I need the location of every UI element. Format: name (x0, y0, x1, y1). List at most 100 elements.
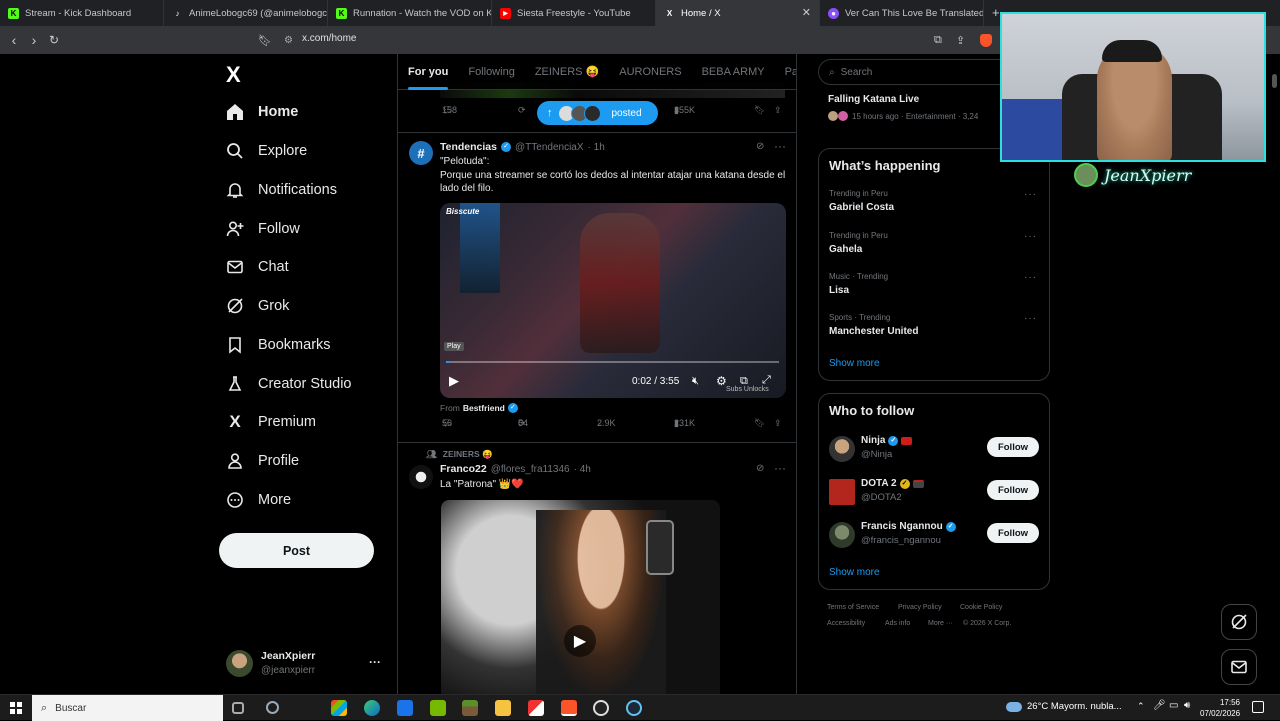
author-name[interactable]: Franco22 (440, 463, 487, 475)
nav-follow[interactable]: Follow (226, 215, 300, 243)
tab-beba-army[interactable]: BEBA ARMY (692, 54, 775, 90)
community-context[interactable]: 👥︎ ZEINERS 😝 (426, 449, 493, 460)
network-icon[interactable]: ▭ (1169, 700, 1178, 711)
video-progress-track[interactable] (446, 361, 779, 363)
video-player[interactable]: Bisscute Play ▶ 0:02 / 3:55 🔇︎ ⚙︎ ⧉ ⤢ Su… (440, 203, 786, 398)
open-in-icon[interactable]: ⧉ (934, 34, 942, 47)
follow-suggestion[interactable]: Ninja ✓ @Ninja Follow (819, 433, 1049, 467)
post-video-thumbnail[interactable]: ▶ (441, 500, 720, 694)
top-event-card[interactable]: Falling Katana Live 15 hours ago · Enter… (828, 90, 1003, 130)
nav-bookmarks[interactable]: Bookmarks (226, 331, 331, 359)
nav-grok[interactable]: Grok (226, 292, 289, 320)
footer-privacy[interactable]: Privacy Policy (898, 604, 942, 611)
footer-more[interactable]: More ··· (928, 620, 953, 627)
nav-explore[interactable]: Explore (226, 137, 307, 165)
show-more-link[interactable]: Show more (829, 358, 880, 369)
weather-widget[interactable]: 26°C Mayorm. nubla... (1006, 701, 1122, 712)
brave-icon[interactable] (561, 700, 577, 716)
mute-icon[interactable]: 🔇︎ (692, 375, 699, 388)
store-icon[interactable] (331, 700, 347, 716)
taskbar-search-input[interactable]: ⌕ Buscar (32, 695, 223, 721)
nav-chat[interactable]: Chat (226, 253, 289, 281)
more-options-icon[interactable]: ··· (774, 139, 786, 153)
trend-item[interactable]: Music · Trending Lisa ··· (819, 270, 1049, 308)
follow-suggestion[interactable]: DOTA 2 ✓ @DOTA2 Follow (819, 476, 1049, 510)
author-handle[interactable]: @flores_fra11346 (491, 464, 570, 475)
reload-icon[interactable]: ↻ (44, 33, 64, 47)
obs-icon[interactable] (593, 700, 609, 716)
site-info-icon[interactable]: ⚙︎ (284, 35, 293, 46)
browser-tab-home-x[interactable]: X Home / X ✕ (656, 0, 820, 26)
follow-button[interactable]: Follow (987, 480, 1039, 500)
author-name[interactable]: Tendencias (440, 141, 497, 153)
file-explorer-icon[interactable] (495, 700, 511, 716)
back-icon[interactable]: ‹ (4, 32, 24, 48)
nav-premium[interactable]: X Premium (226, 408, 316, 436)
account-switcher[interactable]: JeanXpierr @jeanxpierr ··· (226, 648, 386, 680)
post-time[interactable]: · 4h (574, 464, 591, 475)
tab-for-you[interactable]: For you (398, 54, 458, 90)
play-icon[interactable]: ▶ (564, 625, 596, 657)
avatar[interactable] (409, 465, 433, 489)
copilot-icon[interactable] (266, 701, 279, 714)
messages-floating-button[interactable] (1221, 649, 1257, 685)
nav-notifications[interactable]: Notifications (226, 176, 337, 204)
notifications-icon[interactable] (1252, 701, 1264, 713)
follow-button[interactable]: Follow (987, 437, 1039, 457)
microphone-icon[interactable]: 🎤︎ (1153, 700, 1166, 711)
nav-home[interactable]: Home (226, 98, 298, 126)
page-scrollbar[interactable] (1272, 74, 1277, 88)
browser-tab-kick-vod[interactable]: K Runnation - Watch the VOD on Kick (328, 0, 492, 26)
avatar[interactable] (829, 522, 855, 548)
edge-icon[interactable] (364, 700, 380, 716)
trend-item[interactable]: Trending in Peru Gahela ··· (819, 229, 1049, 267)
mail-icon[interactable] (397, 700, 413, 716)
post-button[interactable]: Post (219, 533, 374, 568)
follow-button[interactable]: Follow (987, 523, 1039, 543)
browser-tab-youtube[interactable]: ▶ Siesta Freestyle - YouTube (492, 0, 656, 26)
close-tab-icon[interactable]: ✕ (802, 6, 811, 19)
task-view-icon[interactable] (232, 702, 244, 714)
suggestion-name[interactable]: Francis Ngannou (861, 521, 943, 532)
play-button[interactable]: ▶ (449, 373, 459, 389)
trend-more-icon[interactable]: ··· (1024, 189, 1037, 200)
avatar[interactable] (829, 479, 855, 505)
bookmark-page-icon[interactable]: 🔖︎ (255, 34, 275, 47)
trend-more-icon[interactable]: ··· (1024, 231, 1037, 242)
tray-chevron-icon[interactable]: ⌃ (1137, 701, 1145, 712)
browser-tab-tiktok[interactable]: ♪ AnimeLobogc69 (@animelobogc69) (164, 0, 328, 26)
footer-terms[interactable]: Terms of Service (827, 604, 879, 611)
more-options-icon[interactable]: ··· (774, 461, 786, 475)
grok-floating-button[interactable] (1221, 604, 1257, 640)
tab-zeiners[interactable]: ZEINERS 😝 (525, 54, 609, 90)
brave-shield-icon[interactable] (980, 33, 992, 47)
suggestion-name[interactable]: Ninja (861, 435, 885, 446)
footer-cookie[interactable]: Cookie Policy (960, 604, 1002, 611)
tab-following[interactable]: Following (458, 54, 524, 90)
steam-icon[interactable] (626, 700, 642, 716)
trend-more-icon[interactable]: ··· (1024, 313, 1037, 324)
search-input[interactable]: ⌕ Search (818, 59, 1018, 85)
volume-icon[interactable]: 🔊︎ (1184, 700, 1190, 711)
post-time[interactable]: · 1h (588, 142, 605, 153)
browser-tab-kick-dashboard[interactable]: K Stream - Kick Dashboard (0, 0, 164, 26)
tab-auroners[interactable]: AURONERS (609, 54, 691, 90)
show-more-link[interactable]: Show more (829, 567, 880, 578)
from-name[interactable]: Bestfriend (463, 403, 505, 413)
tab-pavo[interactable]: Pavo R (775, 54, 796, 90)
grok-icon[interactable]: ⊘ (756, 463, 764, 474)
post-franco22[interactable]: 👥︎ ZEINERS 😝 Franco22 @flores_fra11346 ·… (398, 443, 796, 694)
follow-suggestion[interactable]: Francis Ngannou ✓ @francis_ngannou Follo… (819, 519, 1049, 553)
trend-item[interactable]: Trending in Peru Gabriel Costa ··· (819, 187, 1049, 225)
trend-more-icon[interactable]: ··· (1024, 272, 1037, 283)
avatar[interactable] (829, 436, 855, 462)
grok-icon[interactable]: ⊘ (756, 141, 764, 152)
minecraft-icon[interactable] (462, 700, 478, 716)
account-more-icon[interactable]: ··· (369, 655, 381, 669)
share-icon[interactable]: ⇪ (956, 34, 965, 47)
browser-tab-drama[interactable]: ● Ver Can This Love Be Translated? cap (820, 0, 984, 26)
nvidia-icon[interactable] (430, 700, 446, 716)
footer-ads-info[interactable]: Ads info (885, 620, 910, 627)
post-tendencias[interactable]: # Tendencias ✓ @TTendenciaX · 1h ⊘ ··· "… (398, 133, 796, 443)
nav-profile[interactable]: Profile (226, 447, 299, 475)
